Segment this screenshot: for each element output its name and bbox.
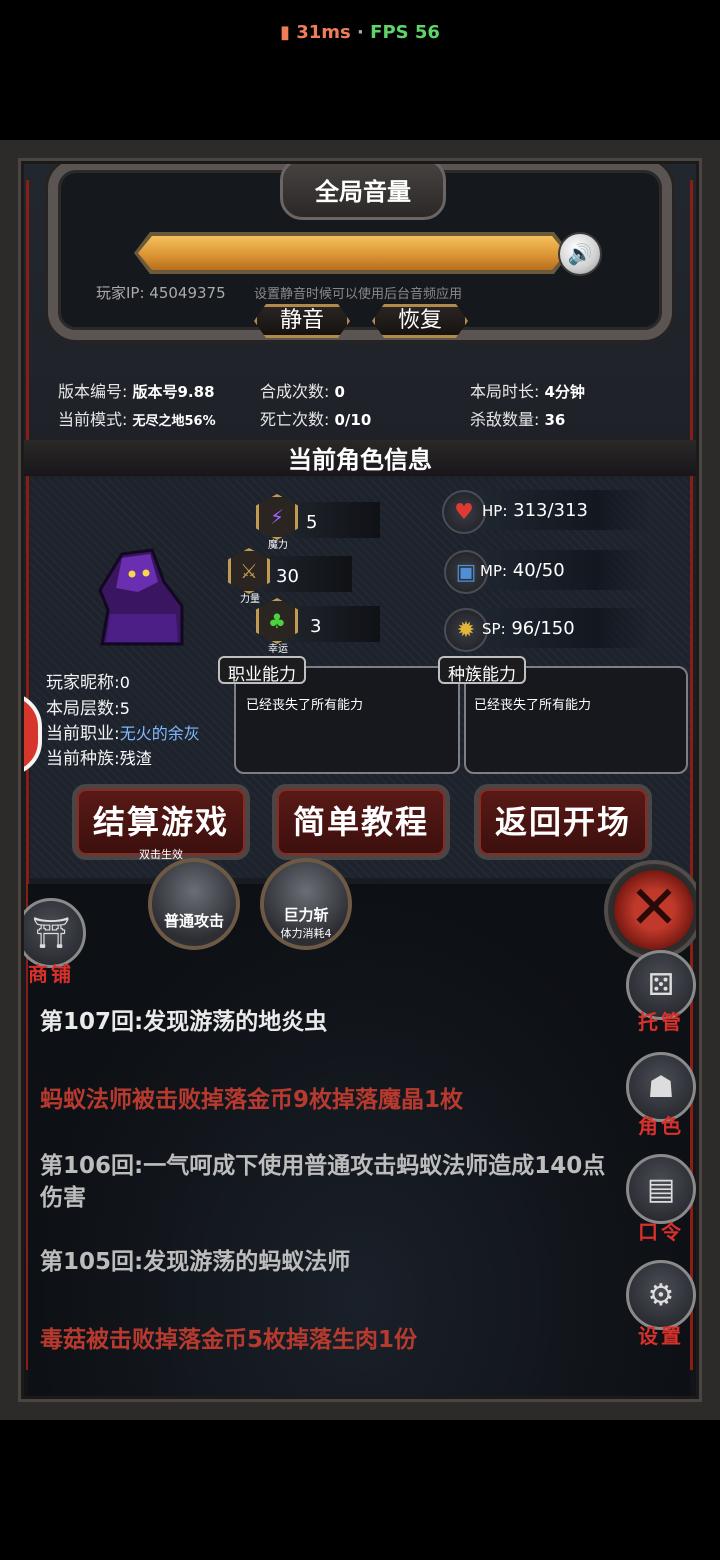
volume-title: 全局音量 (315, 178, 411, 206)
mp-stat: MP: 40/50 (480, 560, 565, 581)
mode-value: 无尽之地56% (132, 414, 216, 429)
luck-label: 幸运 (268, 644, 288, 655)
skill-normal-attack[interactable]: 普通攻击 (148, 858, 240, 950)
skill-power-slash-cost: 体力消耗4 (280, 927, 332, 940)
volume-hint: 设置静音时候可以使用后台音频应用 (254, 287, 463, 302)
death-stat: 死亡次数: 0/10 (260, 410, 372, 429)
job-ability-text: 已经丧失了所有能力 (246, 698, 364, 713)
death-value: 0/10 (334, 411, 372, 429)
log-line: 第106回:一气呵成下使用普通攻击蚂蚁法师造成140点伤害 (40, 1153, 606, 1211)
signal-icon: ▮ (280, 22, 290, 43)
volume-slider-fill[interactable] (138, 236, 566, 270)
job-ability-title: 职业能力 (218, 656, 306, 685)
chevron-right-icon[interactable]: › (704, 880, 715, 913)
log-line: 毒菇被击败掉落金币5枚掉落生肉1份 (40, 1327, 418, 1353)
code-label[interactable]: 口令 (626, 1216, 696, 1245)
strength-label: 力量 (240, 594, 260, 605)
log-line: 第105回:发现游荡的蚂蚁法师 (40, 1249, 351, 1275)
sp-stat: SP: 96/150 (482, 618, 575, 639)
hp-value: 313/313 (513, 500, 588, 521)
log-line: 第107回:发现游荡的地炎虫 (40, 1009, 328, 1035)
book-icon[interactable]: ▤ (626, 1154, 696, 1224)
luck-value: 3 (310, 616, 322, 637)
fps-value: FPS 56 (370, 22, 440, 43)
latency-fps-indicator: ▮ 31ms · FPS 56 (0, 22, 720, 43)
strength-value: 30 (276, 566, 299, 587)
race-ability-text: 已经丧失了所有能力 (474, 698, 592, 713)
version-value: 版本号9.88 (132, 383, 215, 401)
skill-power-slash[interactable]: 巨力斩 体力消耗4 (260, 858, 352, 950)
time-stat: 本局时长: 4分钟 (470, 382, 585, 401)
speaker-icon[interactable]: 🔊 (558, 232, 602, 276)
version-stat: 版本编号: 版本号9.88 (58, 382, 215, 401)
floor-line: 本局层数:5 (46, 699, 130, 719)
craft-value: 0 (334, 383, 345, 401)
luck-bar (294, 606, 380, 642)
settle-game-hint: 双击生效 (139, 848, 183, 861)
nickname-value: 0 (119, 673, 130, 692)
job-value: 无火的余灰 (119, 724, 200, 743)
mp-value: 40/50 (512, 560, 565, 581)
auto-label[interactable]: 托管 (626, 1006, 696, 1035)
restore-button[interactable]: 恢复 (372, 304, 468, 338)
race-ability-title: 种族能力 (438, 656, 526, 685)
magic-label: 魔力 (268, 540, 288, 551)
heart-icon: ♥ (442, 490, 486, 534)
tutorial-button[interactable]: 简单教程 (272, 784, 450, 860)
character-avatar (98, 548, 184, 646)
bottom-player-ip: 玩家IP: 45049375 (16, 1402, 146, 1420)
race-value: 残渣 (119, 749, 152, 768)
magic-value: 5 (306, 512, 318, 533)
time-value: 4分钟 (544, 383, 585, 401)
skill-power-slash-label: 巨力斩 (283, 906, 329, 924)
mute-button[interactable]: 静音 (254, 304, 350, 338)
hp-stat: HP: 313/313 (482, 500, 588, 521)
race-line: 当前种族:残渣 (46, 749, 152, 769)
character-section-title: 当前角色信息 (288, 446, 432, 474)
log-line: 蚂蚁法师被击败掉落金币9枚掉落魔晶1枚 (40, 1087, 464, 1113)
settings-label[interactable]: 设置 (626, 1320, 696, 1349)
ping-value: 31ms (296, 22, 351, 43)
floor-value: 5 (119, 699, 130, 718)
return-start-button[interactable]: 返回开场 (474, 784, 652, 860)
player-ip: 玩家IP: 45049375 (96, 284, 226, 302)
craft-stat: 合成次数: 0 (260, 382, 345, 401)
kill-value: 36 (544, 411, 566, 429)
kill-stat: 杀敌数量: 36 (470, 410, 566, 429)
mode-stat: 当前模式: 无尽之地56% (58, 410, 216, 429)
sp-value: 96/150 (511, 618, 575, 639)
role-label[interactable]: 角色 (626, 1110, 696, 1139)
status-separator: · (350, 22, 371, 43)
shop-label[interactable]: 商铺 (16, 958, 86, 987)
job-line: 当前职业:无火的余灰 (46, 724, 200, 744)
close-icon[interactable]: ✕ (604, 860, 704, 960)
skill-normal-attack-label: 普通攻击 (163, 912, 224, 930)
nickname-line: 玩家昵称:0 (46, 673, 130, 693)
